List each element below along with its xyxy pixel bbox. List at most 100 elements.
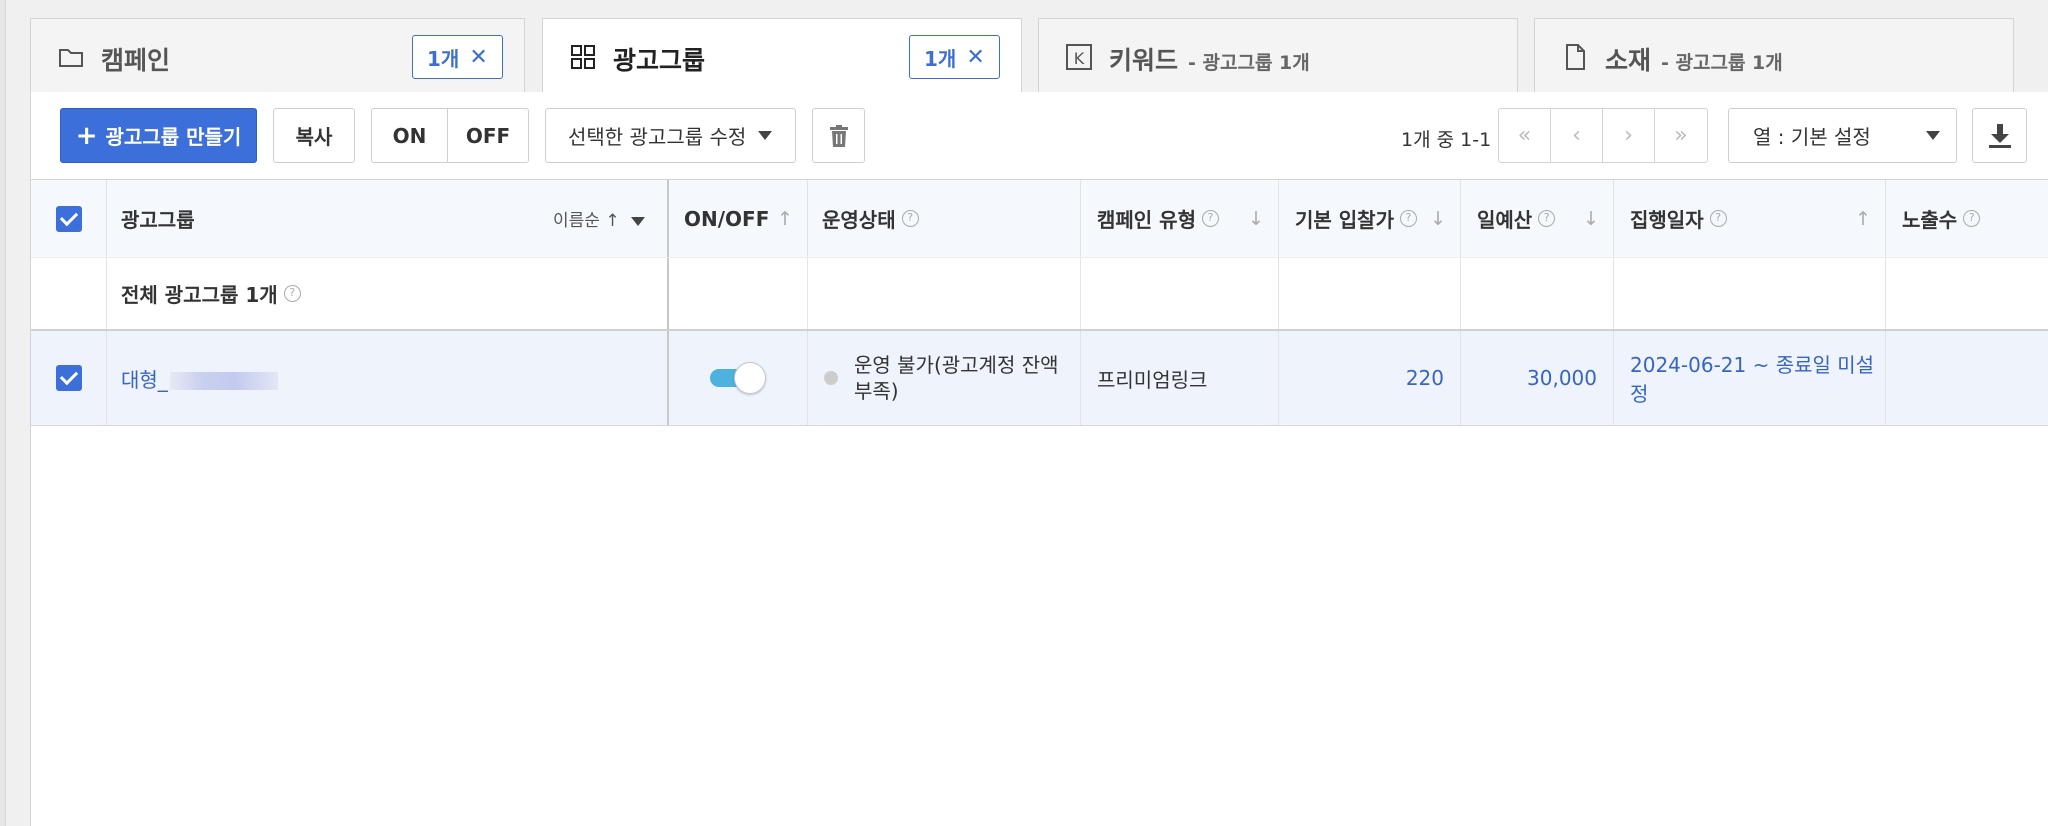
pagination: « ‹ › » xyxy=(1498,108,1708,163)
folder-icon xyxy=(59,49,83,67)
delete-button[interactable] xyxy=(812,108,865,163)
plus-icon: + xyxy=(75,120,98,151)
prev-page-button[interactable]: ‹ xyxy=(1551,109,1603,162)
tab-campaign-label: 캠페인 xyxy=(101,46,171,75)
select-all-checkbox[interactable] xyxy=(55,205,82,232)
sort-arrow-icon: ↑ xyxy=(1855,207,1871,230)
row-checkbox[interactable] xyxy=(55,365,82,391)
budget-value: 30,000 xyxy=(1527,366,1597,390)
header-adgroup-label: 광고그룹 xyxy=(121,208,195,232)
header-impressions[interactable]: 노출수 ? xyxy=(1886,180,2048,257)
off-button[interactable]: OFF xyxy=(448,109,528,162)
keyword-icon: K xyxy=(1066,44,1092,70)
summary-label-cell: 전체 광고그룹 1개 ? xyxy=(107,258,669,329)
sort-label: 이름순 xyxy=(553,211,600,231)
row-impressions-cell xyxy=(1886,331,2048,425)
adgroup-filter-chip[interactable]: 1개 ✕ xyxy=(909,35,1000,79)
chip-count: 1개 xyxy=(924,46,957,71)
header-onoff-label: ON/OFF xyxy=(684,206,770,231)
adgroup-table: 광고그룹 이름순 ↑ ON/OFF ↑ 운영상태 ? 캠페인 유형 ? ↓ 기본… xyxy=(31,179,2048,426)
close-icon[interactable]: ✕ xyxy=(966,45,984,70)
help-icon[interactable]: ? xyxy=(1399,210,1417,227)
grid-icon xyxy=(571,45,595,69)
toolbar: + 광고그룹 만들기 복사 ON OFF 선택한 광고그룹 수정 1개 중 1-… xyxy=(31,92,2048,180)
header-onoff[interactable]: ON/OFF ↑ xyxy=(670,180,808,257)
onoff-segment: ON OFF xyxy=(371,108,529,163)
chevron-down-icon xyxy=(758,131,773,140)
help-icon[interactable]: ? xyxy=(1538,210,1556,227)
tab-creative-sub: - 광고그룹 1개 xyxy=(1661,52,1783,74)
tab-creative-label: 소재 - 광고그룹 1개 xyxy=(1605,41,1783,77)
summary-cell xyxy=(1886,258,2048,329)
help-icon[interactable]: ? xyxy=(1201,210,1219,227)
onoff-toggle[interactable] xyxy=(709,362,766,394)
help-icon[interactable]: ? xyxy=(283,285,301,302)
next-page-button[interactable]: › xyxy=(1603,109,1655,162)
bid-value: 220 xyxy=(1405,366,1444,390)
edit-selected-dropdown[interactable]: 선택한 광고그룹 수정 xyxy=(545,108,796,163)
on-button[interactable]: ON xyxy=(372,109,448,162)
create-adgroup-button[interactable]: + 광고그룹 만들기 xyxy=(60,108,257,163)
help-icon[interactable]: ? xyxy=(1963,210,1981,227)
tab-keyword-title: 키워드 xyxy=(1109,46,1179,75)
adgroup-panel: + 광고그룹 만들기 복사 ON OFF 선택한 광고그룹 수정 1개 중 1-… xyxy=(30,92,2048,826)
sort-dropdown[interactable]: 이름순 ↑ xyxy=(553,206,645,231)
columns-dropdown[interactable]: 열 : 기본 설정 xyxy=(1728,108,1957,163)
row-campaign-type-cell: 프리미엄링크 xyxy=(1081,331,1279,425)
tab-creative[interactable]: 소재 - 광고그룹 1개 xyxy=(1534,18,2014,93)
table-row[interactable]: 대형_ 운영 불가(광고계정 잔액 부족) 프리미엄링크 220 30,000 … xyxy=(31,331,2048,426)
adgroup-name: 대형_ xyxy=(121,367,168,392)
chevron-down-icon xyxy=(631,217,645,226)
tab-adgroup[interactable]: 광고그룹 1개 ✕ xyxy=(542,18,1022,94)
left-edge xyxy=(0,0,6,826)
status-dot-icon xyxy=(824,371,838,385)
close-icon[interactable]: ✕ xyxy=(469,45,487,70)
header-budget[interactable]: 일예산 ? ↓ xyxy=(1461,180,1614,257)
last-page-button[interactable]: » xyxy=(1655,109,1707,162)
redacted-text xyxy=(169,372,278,390)
period-value: 2024-06-21 ~ 종료일 미설정 xyxy=(1630,353,1875,406)
header-period[interactable]: 집행일자 ? ↑ xyxy=(1614,180,1886,257)
copy-button[interactable]: 복사 xyxy=(273,108,355,163)
help-icon[interactable]: ? xyxy=(1709,210,1727,227)
tab-keyword[interactable]: K 키워드 - 광고그룹 1개 xyxy=(1038,18,1518,93)
download-icon xyxy=(1988,123,2011,148)
sort-arrow-icon: ↓ xyxy=(1583,207,1599,230)
row-period-cell[interactable]: 2024-06-21 ~ 종료일 미설정 xyxy=(1614,331,1886,425)
pager-text: 1개 중 1-1 xyxy=(1401,129,1492,151)
download-button[interactable] xyxy=(1972,108,2027,163)
summary-row: 전체 광고그룹 1개 ? xyxy=(31,257,2048,331)
status-text: 운영 불가(광고계정 잔액 부족) xyxy=(854,353,1059,403)
arrow-up-icon: ↑ xyxy=(605,211,625,231)
adgroup-name-link[interactable]: 대형_ xyxy=(121,364,278,393)
header-budget-label: 일예산 xyxy=(1477,208,1533,232)
sort-arrow-icon: ↓ xyxy=(1248,207,1264,230)
tab-bar: 캠페인 1개 ✕ 광고그룹 1개 ✕ K 키워드 - 광고그룹 1개 소재 - 광고… xyxy=(30,18,2048,94)
header-bid[interactable]: 기본 입찰가 ? ↓ xyxy=(1279,180,1461,257)
trash-icon xyxy=(829,124,848,147)
summary-cell xyxy=(1461,258,1614,329)
chip-count: 1개 xyxy=(427,46,460,71)
campaign-filter-chip[interactable]: 1개 ✕ xyxy=(412,35,503,79)
row-status-cell: 운영 불가(광고계정 잔액 부족) xyxy=(808,331,1081,425)
header-bid-label: 기본 입찰가 xyxy=(1295,208,1394,232)
tab-creative-title: 소재 xyxy=(1605,46,1652,75)
campaign-type-text: 프리미엄링크 xyxy=(1097,367,1208,392)
header-status[interactable]: 운영상태 ? xyxy=(808,180,1081,257)
summary-label: 전체 광고그룹 1개 xyxy=(121,283,278,307)
edit-selected-label: 선택한 광고그룹 수정 xyxy=(568,125,747,149)
header-campaign-type-label: 캠페인 유형 xyxy=(1097,208,1196,232)
row-budget-cell[interactable]: 30,000 xyxy=(1461,331,1614,425)
tab-keyword-sub: - 광고그룹 1개 xyxy=(1188,52,1310,74)
tab-keyword-label: 키워드 - 광고그룹 1개 xyxy=(1109,41,1310,77)
table-header: 광고그룹 이름순 ↑ ON/OFF ↑ 운영상태 ? 캠페인 유형 ? ↓ 기본… xyxy=(31,180,2048,257)
help-icon[interactable]: ? xyxy=(901,210,919,227)
first-page-button[interactable]: « xyxy=(1499,109,1551,162)
summary-cell xyxy=(1279,258,1461,329)
tab-campaign[interactable]: 캠페인 1개 ✕ xyxy=(30,18,525,93)
header-adgroup: 광고그룹 이름순 ↑ xyxy=(107,180,669,257)
row-checkbox-cell xyxy=(31,331,107,425)
header-campaign-type[interactable]: 캠페인 유형 ? ↓ xyxy=(1081,180,1279,257)
columns-label: 열 : 기본 설정 xyxy=(1753,125,1871,149)
row-bid-cell[interactable]: 220 xyxy=(1279,331,1461,425)
